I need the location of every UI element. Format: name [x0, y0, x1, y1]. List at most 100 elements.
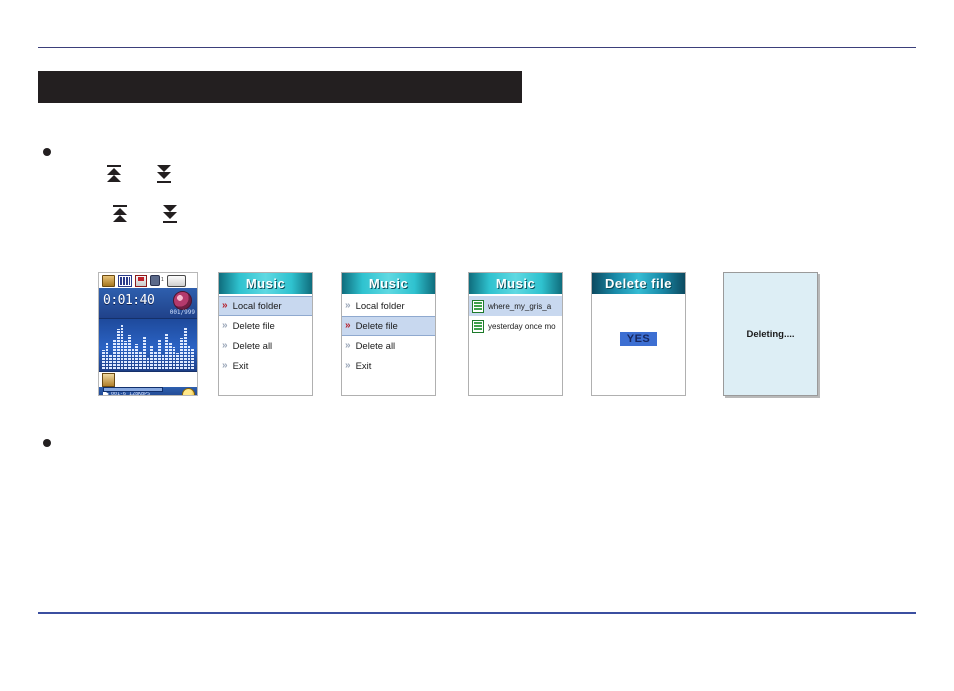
menu-item-label: Exit [355, 360, 372, 372]
spectrum-bar [165, 334, 168, 369]
spectrum-bar [131, 347, 135, 369]
lyric-panel [99, 372, 197, 387]
file-list-item[interactable]: yesterday once mo [469, 316, 562, 336]
file-name-label: yesterday once mo [488, 321, 556, 331]
spectrum-bar [124, 341, 128, 369]
elapsed-time: 0:01:40 [103, 293, 155, 308]
file-list: where_my_gris_a yesterday once mo [469, 294, 562, 395]
menu-item[interactable]: » Local folder [342, 296, 435, 316]
menu-list: » Local folder » Delete file » Delete all » Exi… [219, 294, 312, 395]
nav-icon-row-2 [110, 203, 180, 225]
chevron-right-icon: » [345, 340, 351, 351]
spectrum-bar [183, 326, 187, 369]
screen-title: Music [469, 273, 562, 294]
menu-list: » Local folder » Delete file » Delete all » Exi… [342, 294, 435, 395]
spectrum-bar [146, 356, 150, 369]
menu-item[interactable]: » Delete file [342, 316, 435, 336]
menu-item[interactable]: » Delete all [219, 336, 312, 356]
screen-title: Delete file [592, 273, 685, 294]
spectrum-bar [135, 344, 139, 369]
track-counter: 001/999 [169, 309, 195, 316]
menu-item[interactable]: » Delete all [342, 336, 435, 356]
status-bar: 1 [99, 273, 197, 288]
chevron-right-icon: » [345, 320, 351, 331]
skip-previous-icon [104, 163, 124, 185]
folder-icon [102, 274, 115, 287]
spectrum-bar [187, 345, 191, 369]
spectrum-bar [139, 351, 142, 369]
deleting-status-text: Deleting.... [746, 328, 795, 340]
spectrum-bar [113, 339, 116, 369]
file-name-label: where_my_gris_a [488, 301, 552, 311]
nav-icon-row-1 [104, 163, 174, 185]
spectrum-bar [102, 349, 105, 369]
record-icon [135, 274, 147, 287]
screen-title: Music [219, 273, 312, 294]
volume-level: 1 [161, 277, 164, 283]
bullet-dot-icon [43, 438, 52, 447]
menu-item-label: Local folder [232, 300, 282, 312]
spectrum-bar [142, 337, 146, 369]
menu-item-label: Delete all [355, 340, 396, 352]
spectrum-bar [154, 350, 157, 369]
menu-item-label: Delete file [355, 320, 398, 332]
menu-item[interactable]: » Delete file [219, 316, 312, 336]
spectrum-bar [161, 354, 165, 369]
spectrum-bars [102, 321, 194, 369]
menu-item[interactable]: » Exit [219, 356, 312, 376]
spectrum-bar [157, 340, 161, 369]
lyric-icon [102, 373, 115, 387]
file-list-item[interactable]: where_my_gris_a [469, 296, 562, 316]
menu-item[interactable]: » Exit [342, 356, 435, 376]
chevron-right-icon: » [345, 360, 351, 371]
spectrum-bar [180, 338, 183, 369]
chevron-right-icon: » [222, 300, 228, 311]
menu-item-label: Delete all [232, 340, 273, 352]
chevron-right-icon: » [222, 320, 228, 331]
bullet-dot-icon [43, 147, 52, 156]
footer-divider [38, 612, 916, 614]
spectrum-bar [116, 328, 120, 369]
music-file-icon [472, 319, 484, 333]
device-screenshot-strip: 1 0:01:40 001/999 001-6 128KBPS Music » L… [98, 272, 818, 396]
menu-item-label: Exit [232, 360, 249, 372]
menu-item[interactable]: » Local folder [219, 296, 312, 316]
smiley-icon [182, 387, 195, 395]
header-divider [38, 47, 916, 48]
confirm-body: YES [592, 294, 685, 395]
bullet-item-2 [36, 419, 61, 450]
spectrum-bar [109, 354, 113, 369]
spectrum-bar [172, 346, 176, 369]
equalizer-icon [118, 274, 132, 287]
skip-next-icon [160, 203, 180, 225]
screen-title: Music [342, 273, 435, 294]
spectrum-bar [176, 352, 180, 369]
device-screen-file-list: Music where_my_gris_a yesterday once mo [468, 272, 563, 396]
music-file-icon [472, 299, 484, 313]
spectrum-bar [168, 343, 172, 369]
spectrum-bar [150, 345, 154, 369]
section-heading-bar [38, 71, 522, 103]
progress-bar [103, 387, 163, 392]
volume-icon: 1 [150, 275, 164, 286]
disc-icon [173, 291, 192, 310]
spectrum-analyzer [99, 318, 197, 372]
device-screen-music-menu-1: Music » Local folder » Delete file » Delete a… [218, 272, 313, 396]
spectrum-bar [105, 342, 109, 369]
chevron-right-icon: » [222, 360, 228, 371]
device-screen-music-menu-2: Music » Local folder » Delete file » Delete a… [341, 272, 436, 396]
spectrum-bar [191, 348, 194, 369]
chevron-right-icon: » [222, 340, 228, 351]
device-screen-delete-confirm: Delete file YES [591, 272, 686, 396]
skip-next-icon [154, 163, 174, 185]
playback-time-panel: 0:01:40 001/999 [99, 288, 197, 318]
skip-previous-icon [110, 203, 130, 225]
chevron-right-icon: » [345, 300, 351, 311]
battery-icon [167, 274, 186, 287]
yes-button[interactable]: YES [619, 331, 658, 346]
spectrum-bar [120, 324, 124, 369]
bullet-item-1 [36, 128, 61, 159]
menu-item-label: Local folder [355, 300, 405, 312]
spectrum-bar [128, 335, 131, 369]
device-screen-now-playing: 1 0:01:40 001/999 001-6 128KBPS [98, 272, 198, 396]
